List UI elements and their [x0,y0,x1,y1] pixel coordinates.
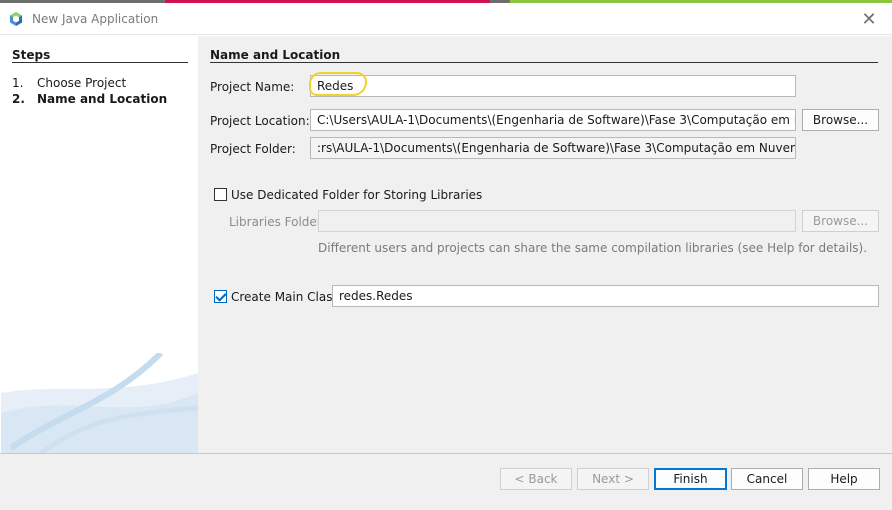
project-folder-label: Project Folder: [210,142,296,156]
libraries-folder-input[interactable] [318,210,796,232]
libraries-folder-label: Libraries Folder: [229,215,326,229]
step-number: 1. [12,76,24,90]
step-item-name-location: 2. Name and Location [12,92,167,106]
wizard-button-bar: < Back Next > Finish Cancel Help [0,454,892,510]
netbeans-icon [10,12,22,26]
finish-button[interactable]: Finish [654,468,727,490]
create-main-class-label[interactable]: Create Main Class [231,290,339,304]
help-button[interactable]: Help [808,468,880,490]
project-folder-input[interactable]: :rs\AULA-1\Documents\(Engenharia de Soft… [310,137,796,159]
decorative-swoosh [1,353,198,453]
project-location-input[interactable]: C:\Users\AULA-1\Documents\(Engenharia de… [310,109,796,131]
steps-panel: Steps 1. Choose Project 2. Name and Locati… [1,36,198,453]
dedicated-folder-checkbox[interactable] [214,188,227,201]
back-button[interactable]: < Back [500,468,572,490]
close-button[interactable]: ✕ [846,3,892,35]
libraries-hint-text: Different users and projects can share t… [318,241,868,255]
window-titlebar[interactable]: New Java Application ✕ [0,3,892,35]
name-location-panel: Name and Location Project Name: Redes Pr… [198,36,892,453]
project-name-label: Project Name: [210,80,295,94]
section-title: Name and Location [210,48,341,62]
next-button[interactable]: Next > [577,468,649,490]
steps-title: Steps [12,48,51,62]
section-divider [210,62,878,63]
step-number: 2. [12,92,25,106]
cancel-button[interactable]: Cancel [731,468,803,490]
step-label: Choose Project [37,76,127,90]
project-name-input[interactable]: Redes [310,75,796,97]
project-location-label: Project Location: [210,114,310,128]
step-item-choose-project: 1. Choose Project [12,76,126,90]
project-location-browse-button[interactable]: Browse... [802,109,879,131]
dedicated-folder-label[interactable]: Use Dedicated Folder for Storing Librari… [231,188,482,202]
main-class-input[interactable]: redes.Redes [332,285,879,307]
window-title: New Java Application [32,12,159,26]
libraries-folder-browse-button[interactable]: Browse... [802,210,879,232]
step-label: Name and Location [37,92,168,106]
create-main-class-checkbox[interactable] [214,290,227,303]
close-icon: ✕ [861,8,877,30]
steps-divider [12,62,188,63]
